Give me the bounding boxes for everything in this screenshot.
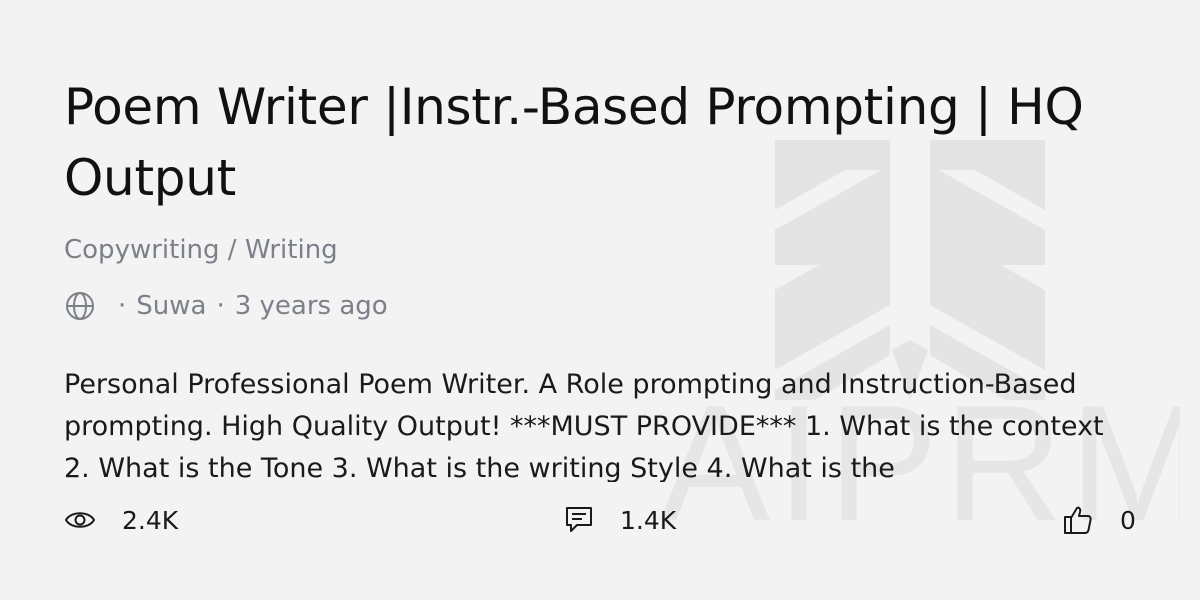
comments-stat[interactable]: 1.4K xyxy=(564,500,676,540)
meta-separator: · xyxy=(216,291,225,321)
comments-count: 1.4K xyxy=(620,505,677,535)
views-count: 2.4K xyxy=(122,505,179,535)
globe-icon xyxy=(64,290,96,322)
meta-separator: · xyxy=(118,291,127,321)
author-name[interactable]: Suwa xyxy=(136,291,206,321)
views-stat: 2.4K xyxy=(64,500,178,540)
prompt-title[interactable]: Poem Writer |Instr.-Based Prompting | HQ… xyxy=(64,72,1144,214)
eye-icon xyxy=(64,508,96,532)
prompt-description: Personal Professional Poem Writer. A Rol… xyxy=(64,369,1104,482)
timestamp: 3 years ago xyxy=(234,291,388,321)
likes-stat[interactable]: 0 xyxy=(1062,500,1136,540)
comment-icon xyxy=(564,505,594,535)
thumbs-up-icon[interactable] xyxy=(1062,504,1094,536)
likes-count: 0 xyxy=(1120,505,1136,535)
prompt-category[interactable]: Copywriting / Writing xyxy=(64,232,338,268)
prompt-meta: · Suwa · 3 years ago xyxy=(64,288,388,324)
prompt-card[interactable]: AIPRM Poem Writer |Instr.-Based Promptin… xyxy=(0,0,1200,600)
